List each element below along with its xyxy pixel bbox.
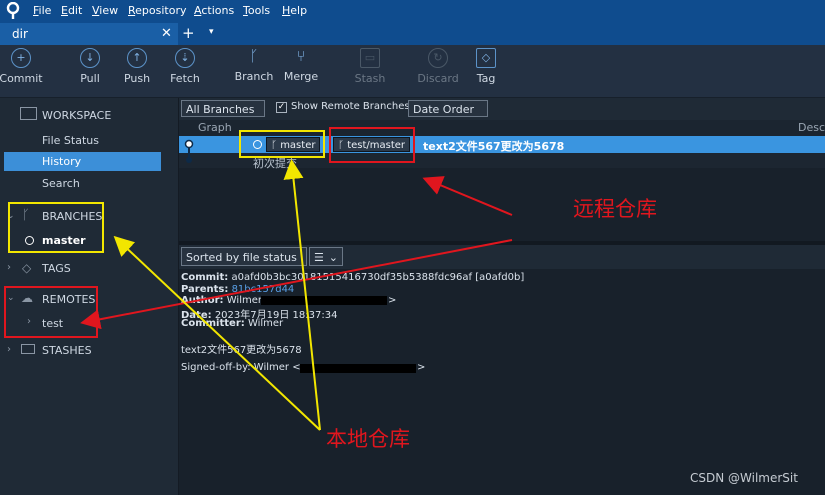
annotation-overlay <box>4 127 513 431</box>
remote-repo-annotation: 远程仓库 <box>573 197 657 221</box>
local-repo-annotation: 本地仓库 <box>326 427 410 451</box>
watermark: CSDN @WilmerSit <box>690 471 798 485</box>
